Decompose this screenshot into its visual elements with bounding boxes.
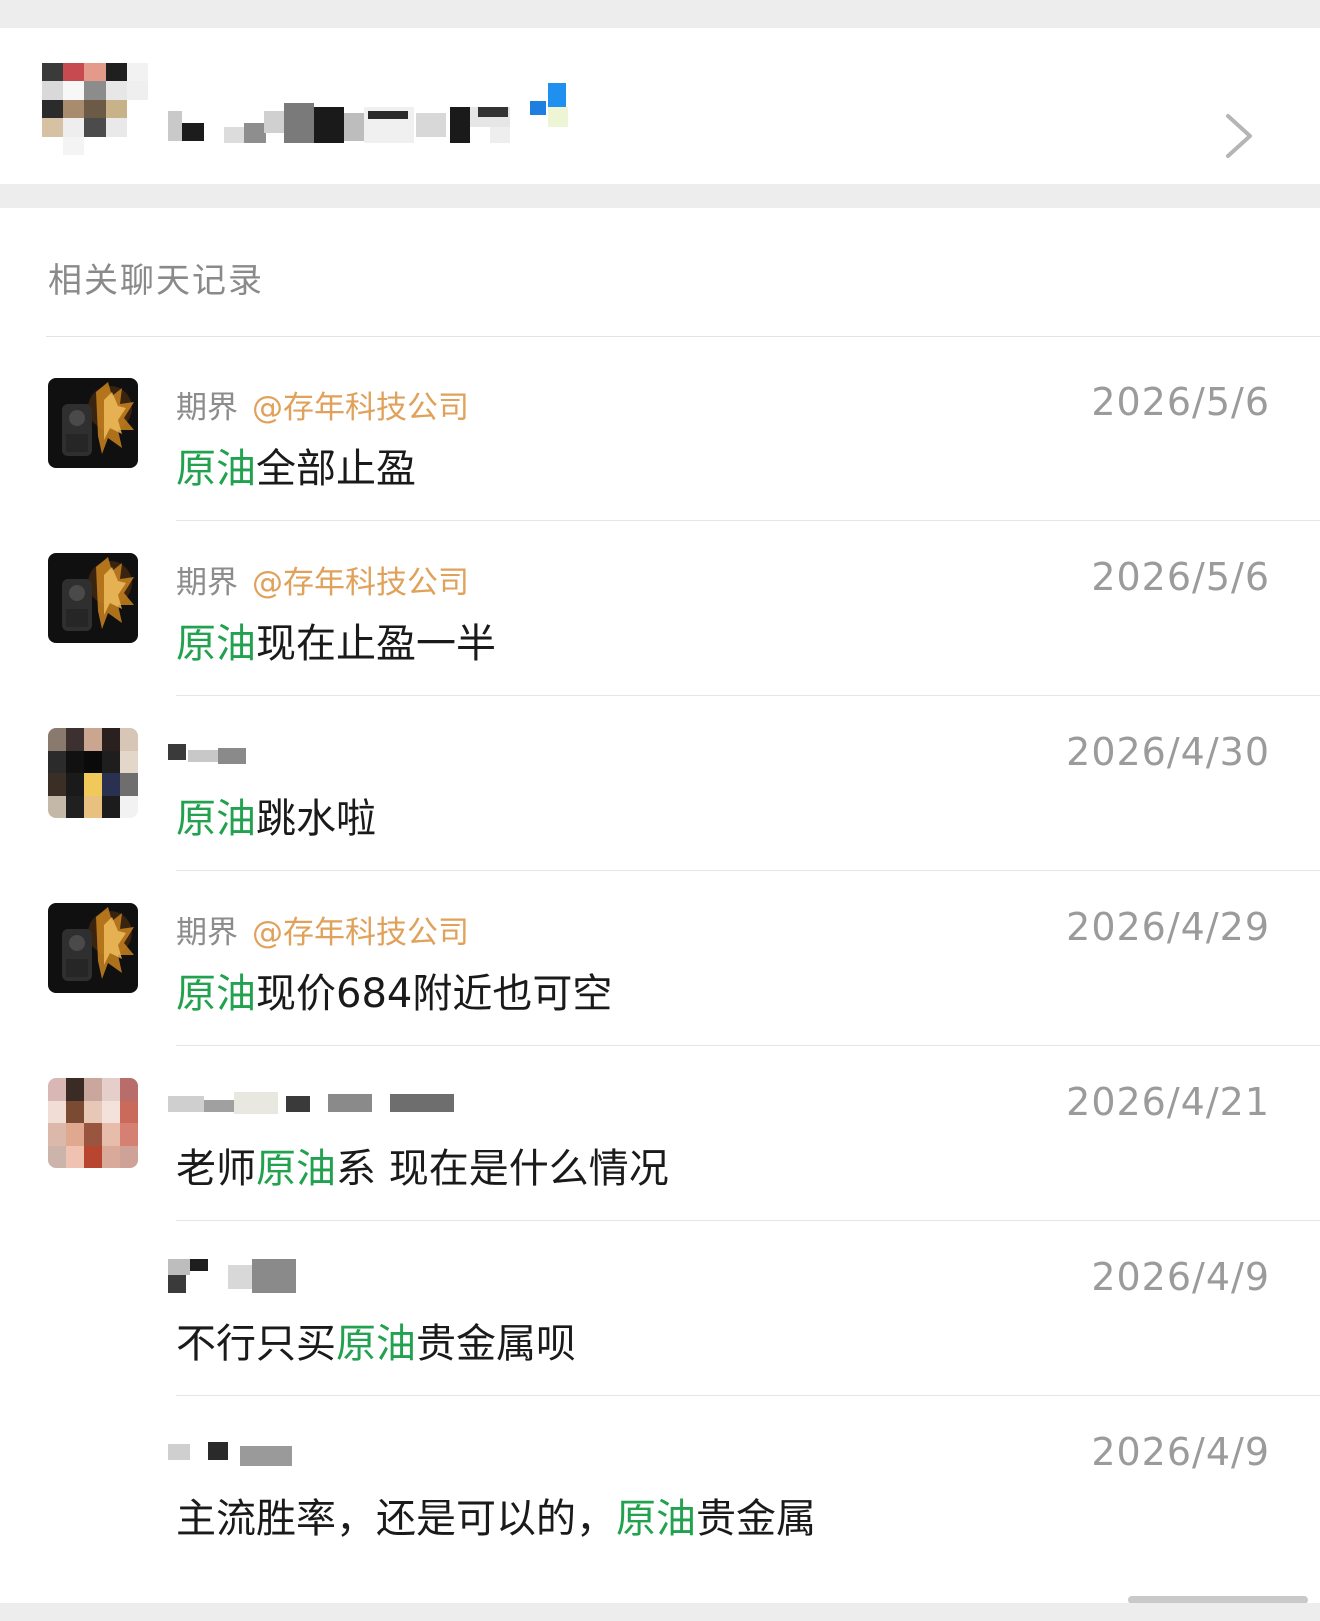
record-message: 原油现在止盈一半 [176, 611, 496, 669]
sender-name-redacted [168, 1259, 296, 1293]
sender-name-redacted [168, 1092, 454, 1114]
chat-record-row[interactable]: 期界 @存年科技公司 2026/5/6 原油全部止盈 [0, 340, 1320, 521]
sender-avatar[interactable] [48, 903, 138, 993]
contact-name-redacted [168, 83, 568, 143]
keyword-highlight: 原油 [176, 796, 256, 842]
keyword-highlight: 原油 [176, 446, 256, 492]
message-text-after: 贵金属呗 [416, 1321, 576, 1367]
contact-card[interactable] [0, 28, 1320, 184]
sender-name: 期界 @存年科技公司 [176, 557, 469, 602]
chat-record-row[interactable]: 2026/4/30 原油跳水啦 [0, 690, 1320, 871]
message-text-after: 跳水啦 [256, 796, 376, 842]
record-message: 原油跳水啦 [176, 786, 376, 844]
chat-record-row[interactable]: 期界 @存年科技公司 2026/5/6 原油现在止盈一半 [0, 515, 1320, 696]
message-text-before: 主流胜率，还是可以的， [176, 1496, 616, 1542]
sender-name-text: 期界 [176, 915, 238, 951]
record-date: 2026/4/9 [1091, 1255, 1270, 1299]
record-date: 2026/4/9 [1091, 1430, 1270, 1474]
keyword-highlight: 原油 [176, 621, 256, 667]
message-text-after: 现在止盈一半 [256, 621, 496, 667]
sender-name-text: 期界 [176, 390, 238, 426]
message-text-after: 贵金属 [696, 1496, 816, 1542]
keyword-highlight: 原油 [176, 971, 256, 1017]
record-message: 原油全部止盈 [176, 436, 416, 494]
message-text-after: 现价684附近也可空 [256, 971, 613, 1017]
sender-mention: @存年科技公司 [252, 390, 469, 426]
record-date: 2026/4/30 [1066, 730, 1270, 774]
message-text-before: 不行只买 [176, 1321, 336, 1367]
top-gap [0, 0, 1320, 28]
section-gap [0, 184, 1320, 208]
sender-mention: @存年科技公司 [252, 915, 469, 951]
record-message: 老师原油系 现在是什么情况 [176, 1136, 669, 1194]
keyword-highlight: 原油 [616, 1496, 696, 1542]
chat-record-row[interactable]: 2026/4/21 老师原油系 现在是什么情况 [0, 1040, 1320, 1221]
record-date: 2026/5/6 [1091, 555, 1270, 599]
record-date: 2026/5/6 [1091, 380, 1270, 424]
sender-avatar[interactable] [48, 378, 138, 468]
sender-name: 期界 @存年科技公司 [176, 382, 469, 427]
keyword-highlight: 原油 [336, 1321, 416, 1367]
sender-mention: @存年科技公司 [252, 565, 469, 601]
chat-record-row[interactable]: 期界 @存年科技公司 2026/4/29 原油现价684附近也可空 [0, 865, 1320, 1046]
record-message: 原油现价684附近也可空 [176, 961, 612, 1019]
record-date: 2026/4/21 [1066, 1080, 1270, 1124]
chat-record-row[interactable]: 2026/4/9 主流胜率，还是可以的，原油贵金属 [0, 1390, 1320, 1571]
sender-avatar[interactable] [48, 553, 138, 643]
sender-avatar[interactable] [48, 1078, 138, 1168]
message-text-after: 系 现在是什么情况 [336, 1146, 669, 1192]
chat-record-row[interactable]: 2026/4/9 不行只买原油贵金属呗 [0, 1215, 1320, 1396]
sender-avatar[interactable] [48, 728, 138, 818]
contact-avatar [42, 63, 148, 155]
record-date: 2026/4/29 [1066, 905, 1270, 949]
sender-name-redacted [168, 744, 246, 764]
bottom-gap [0, 1603, 1320, 1621]
message-text-before: 老师 [176, 1146, 256, 1192]
sender-name: 期界 @存年科技公司 [176, 907, 469, 952]
chevron-right-icon[interactable] [1222, 112, 1256, 160]
section-title: 相关聊天记录 [48, 261, 264, 301]
section-divider [46, 336, 1320, 337]
sender-name-text: 期界 [176, 565, 238, 601]
record-message: 不行只买原油贵金属呗 [176, 1311, 576, 1369]
record-message: 主流胜率，还是可以的，原油贵金属 [176, 1486, 816, 1544]
sender-name-redacted [168, 1442, 292, 1466]
message-text-after: 全部止盈 [256, 446, 416, 492]
related-chat-records-panel: 相关聊天记录 期界 @存年科技公司 2026/5/6 原油全部止盈 期界 @存年科技公司 2… [0, 208, 1320, 1603]
keyword-highlight: 原油 [256, 1146, 336, 1192]
